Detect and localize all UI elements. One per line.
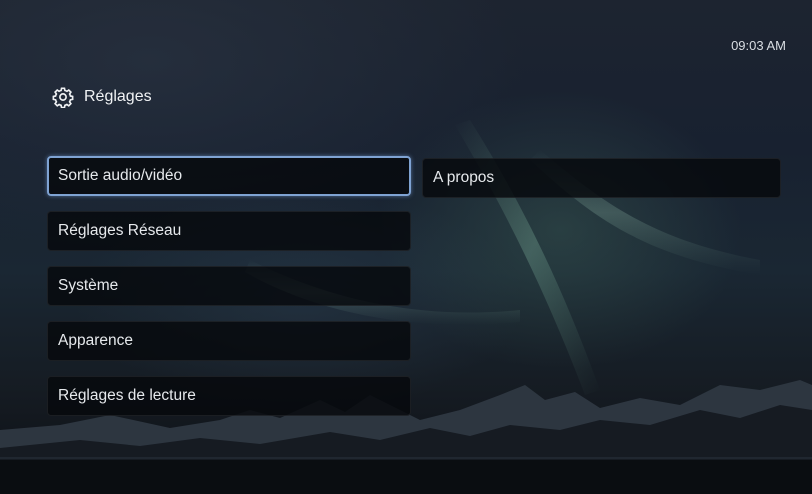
page-header: Réglages (52, 86, 152, 109)
clock: 09:03 AM (731, 38, 786, 53)
menu-item-playback-settings[interactable]: Réglages de lecture (47, 376, 411, 416)
menu-item-appearance[interactable]: Apparence (47, 321, 411, 361)
settings-menu-left: Sortie audio/vidéo Réglages Réseau Systè… (47, 156, 411, 431)
menu-item-network-settings[interactable]: Réglages Réseau (47, 211, 411, 251)
menu-item-label: Réglages de lecture (58, 387, 196, 404)
settings-menu-right: A propos (422, 158, 781, 213)
menu-item-label: Apparence (58, 332, 133, 349)
menu-item-audio-video-output[interactable]: Sortie audio/vidéo (47, 156, 411, 196)
menu-item-label: A propos (433, 169, 495, 186)
gear-icon (52, 86, 74, 109)
tv-settings-screen: 09:03 AM Réglages Sortie audio/vidéo Rég… (0, 0, 812, 494)
menu-item-label: Système (58, 277, 119, 294)
menu-item-system[interactable]: Système (47, 266, 411, 306)
menu-item-label: Réglages Réseau (58, 222, 182, 239)
menu-item-label: Sortie audio/vidéo (58, 167, 183, 184)
menu-item-about[interactable]: A propos (422, 158, 781, 198)
page-title: Réglages (84, 88, 152, 105)
